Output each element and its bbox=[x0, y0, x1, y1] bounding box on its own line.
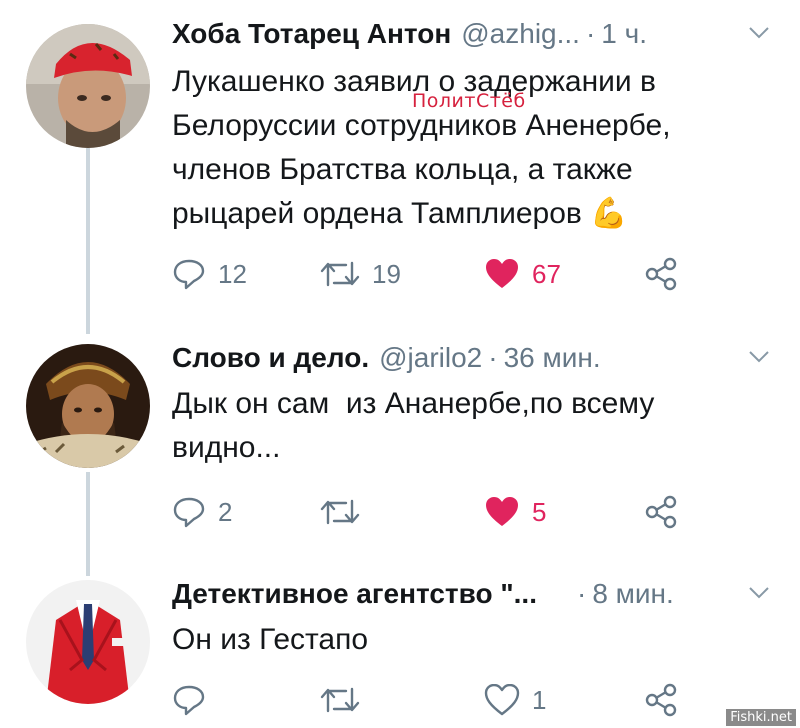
tweet-header: Хоба Тотарец Антон @azhig... · 1 ч. bbox=[172, 18, 770, 58]
author-name[interactable]: Детективное агентство "... bbox=[172, 578, 537, 610]
like-count: 67 bbox=[532, 258, 561, 289]
retweet-icon bbox=[320, 259, 360, 289]
tweet-text: Дык он сам из Ананербе,по всему видно... bbox=[172, 382, 732, 470]
tweet-text-line: Дык он сам из Ананербе,по всему bbox=[172, 387, 655, 420]
author-name[interactable]: Хоба Тотарец Антон bbox=[172, 18, 451, 50]
chevron-down-icon[interactable] bbox=[748, 586, 770, 600]
retweet-icon bbox=[320, 497, 360, 527]
avatar[interactable] bbox=[26, 344, 150, 468]
reply-icon bbox=[172, 496, 206, 528]
tweet-actions: 12 19 67 bbox=[172, 252, 692, 296]
tweet-text-line: рыцарей ордена Тамплиеров bbox=[172, 197, 582, 230]
site-watermark: Fishki.net bbox=[726, 709, 796, 726]
separator-dot: · bbox=[585, 18, 596, 49]
tweet-1[interactable]: Хоба Тотарец Антон @azhig... · 1 ч. Лука… bbox=[0, 0, 800, 330]
heart-outline-icon bbox=[484, 684, 520, 716]
retweet-count: 19 bbox=[372, 258, 401, 289]
author-name[interactable]: Слово и дело. bbox=[172, 342, 369, 374]
tweet-text-line: Он из Гестапо bbox=[172, 623, 369, 656]
author-handle[interactable]: @jarilo2 bbox=[379, 342, 482, 374]
reply-count: 2 bbox=[218, 496, 233, 527]
chevron-down-icon[interactable] bbox=[748, 26, 770, 40]
share-icon bbox=[644, 257, 678, 291]
share-button[interactable] bbox=[644, 678, 678, 722]
like-count: 5 bbox=[532, 496, 547, 527]
reply-count: 12 bbox=[218, 258, 247, 289]
separator-dot: · bbox=[576, 578, 587, 609]
tweet-text-line: членов Братства кольца, а также bbox=[172, 153, 633, 186]
tweet-text: Он из Гестапо bbox=[172, 618, 732, 662]
reply-button[interactable]: 2 bbox=[172, 490, 232, 534]
tweet-header: Слово и дело. @jarilo2 · 36 мин. bbox=[172, 342, 770, 382]
chevron-down-icon[interactable] bbox=[748, 350, 770, 364]
share-button[interactable] bbox=[644, 252, 678, 296]
timestamp[interactable]: 8 мин. bbox=[592, 578, 673, 610]
retweet-button[interactable] bbox=[320, 490, 372, 534]
retweet-button[interactable] bbox=[320, 678, 372, 722]
flexed-biceps-emoji: 💪 bbox=[590, 197, 628, 230]
reply-button[interactable]: 12 bbox=[172, 252, 247, 296]
reply-button[interactable] bbox=[172, 678, 218, 722]
reply-icon bbox=[172, 258, 206, 290]
tweet-text-line: рыцарей ордена Тамплиеров 💪 bbox=[172, 192, 732, 236]
tweet-2[interactable]: Слово и дело. @jarilo2 · 36 мин. Дык он … bbox=[0, 330, 800, 570]
tweet-text-line: видно... bbox=[172, 431, 281, 464]
tweet-text: Лукашенко заявил о задержании в Белорусс… bbox=[172, 60, 732, 236]
timestamp[interactable]: 1 ч. bbox=[601, 18, 647, 50]
like-button[interactable]: 5 bbox=[484, 490, 546, 534]
tweet-3[interactable]: Детективное агентство "... · 8 мин. Он и… bbox=[0, 570, 800, 728]
tweet-actions: 2 5 bbox=[172, 490, 692, 534]
watermark: ПолитСтёб bbox=[412, 90, 526, 112]
retweet-icon bbox=[320, 685, 360, 715]
avatar[interactable] bbox=[26, 580, 150, 704]
share-icon bbox=[644, 495, 678, 529]
share-button[interactable] bbox=[644, 490, 678, 534]
tweet-actions: 1 bbox=[172, 678, 692, 722]
timestamp[interactable]: 36 мин. bbox=[504, 342, 601, 374]
tweet-header: Детективное агентство "... · 8 мин. bbox=[172, 578, 770, 618]
avatar[interactable] bbox=[26, 24, 150, 148]
heart-filled-icon bbox=[484, 496, 520, 528]
like-button[interactable]: 1 bbox=[484, 678, 546, 722]
share-icon bbox=[644, 683, 678, 717]
retweet-button[interactable]: 19 bbox=[320, 252, 401, 296]
separator-dot: · bbox=[488, 342, 498, 373]
heart-filled-icon bbox=[484, 258, 520, 290]
like-button[interactable]: 67 bbox=[484, 252, 561, 296]
like-count: 1 bbox=[532, 684, 547, 715]
author-handle[interactable]: @azhig... bbox=[461, 18, 580, 50]
reply-icon bbox=[172, 684, 206, 716]
